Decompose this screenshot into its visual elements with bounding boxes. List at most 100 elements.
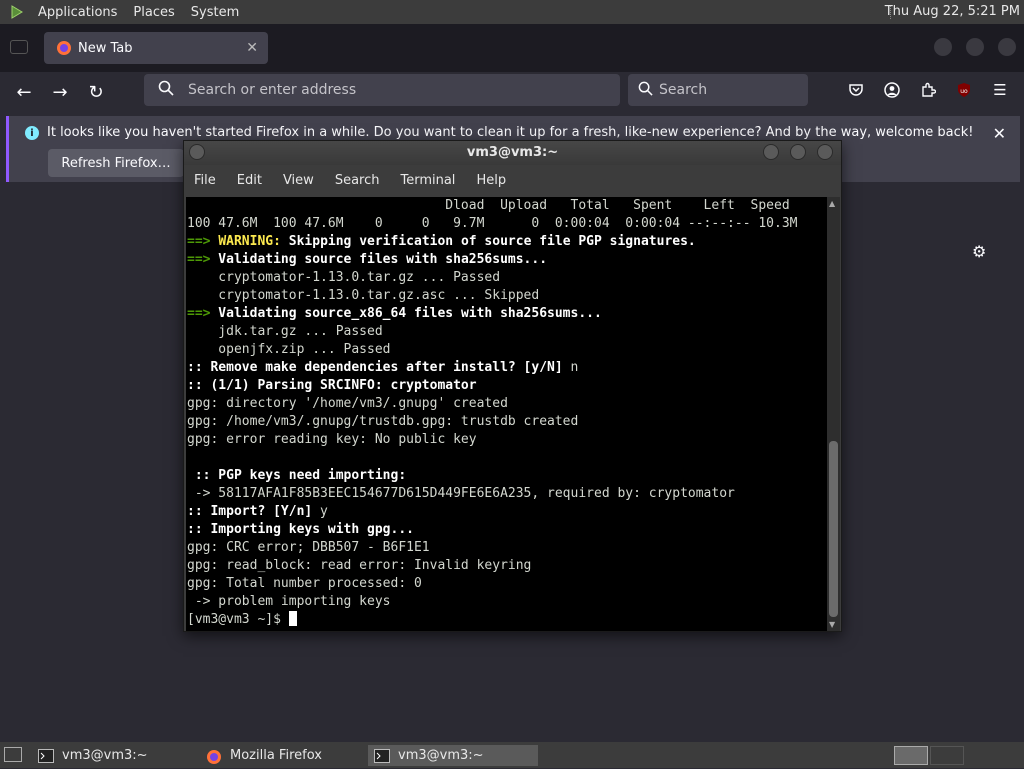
scrollbar-thumb[interactable] <box>829 441 838 617</box>
terminal-line: jdk.tar.gz ... Passed <box>187 323 827 341</box>
terminal-text-segment: ==> <box>187 234 219 249</box>
scroll-down-arrow-icon[interactable]: ▼ <box>829 620 835 629</box>
terminal-text-segment: gpg: CRC error; DBB507 - B6F1E1 <box>187 540 430 555</box>
terminal-line: :: Remove make dependencies after instal… <box>187 359 827 377</box>
close-tab-icon[interactable]: ✕ <box>246 40 258 56</box>
terminal-app-icon <box>38 748 54 763</box>
hamburger-menu-icon[interactable]: ☰ <box>990 80 1010 100</box>
terminal-line: ==> Validating source_x86_64 files with … <box>187 305 827 323</box>
terminal-text-segment: Skipping verification of source file PGP… <box>280 234 696 249</box>
search-icon <box>158 80 174 100</box>
tab-list-icon[interactable] <box>10 40 28 54</box>
terminal-line: :: PGP keys need importing: <box>187 467 827 485</box>
shell-prompt: [vm3@vm3 ~]$ <box>187 612 289 627</box>
search-bar[interactable]: Search <box>628 74 808 106</box>
maximize-window-button[interactable] <box>966 38 984 56</box>
tab-new-tab[interactable]: New Tab ✕ <box>44 32 268 64</box>
taskbar-item-terminal-2[interactable]: vm3@vm3:~ <box>368 745 538 766</box>
terminal-scrollbar[interactable]: ▲ ▼ <box>827 197 840 631</box>
terminal-line: gpg: read_block: read error: Invalid key… <box>187 557 827 575</box>
workspace-switcher-1[interactable] <box>894 746 928 765</box>
terminal-text-segment: cryptomator-1.13.0.tar.gz ... Passed <box>187 270 501 285</box>
places-menu[interactable]: Places <box>125 5 182 20</box>
terminal-lines: Dload Upload Total Spent Left Speed 100 4… <box>186 197 827 611</box>
terminal-line: cryptomator-1.13.0.tar.gz ... Passed <box>187 269 827 287</box>
taskbar-item-firefox[interactable]: Mozilla Firefox <box>200 745 362 766</box>
forward-arrow-icon[interactable]: → <box>46 78 74 106</box>
reload-icon[interactable]: ↻ <box>82 78 110 106</box>
info-icon: i <box>25 126 39 140</box>
pocket-icon[interactable] <box>846 80 866 100</box>
terminal-text-segment: cryptomator-1.13.0.tar.gz.asc ... Skippe… <box>187 288 540 303</box>
terminal-text-segment: -> problem importing keys <box>187 594 391 609</box>
terminal-text-segment: gpg: read_block: read error: Invalid key… <box>187 558 532 573</box>
terminal-line: cryptomator-1.13.0.tar.gz.asc ... Skippe… <box>187 287 827 305</box>
menu-search[interactable]: Search <box>335 173 380 188</box>
search-placeholder: Search <box>659 82 708 98</box>
terminal-line: gpg: Total number processed: 0 <box>187 575 827 593</box>
terminal-output[interactable]: Dload Upload Total Spent Left Speed 100 4… <box>186 197 827 631</box>
account-icon[interactable] <box>882 80 902 100</box>
back-arrow-icon[interactable]: ← <box>10 78 38 106</box>
minimize-button[interactable] <box>763 144 779 160</box>
terminal-line: gpg: error reading key: No public key <box>187 431 827 449</box>
menu-help[interactable]: Help <box>476 173 506 188</box>
close-window-button[interactable] <box>998 38 1016 56</box>
clock[interactable]: Thu Aug 22, 5:21 PM <box>885 4 1020 19</box>
minimize-window-button[interactable] <box>934 38 952 56</box>
terminal-text-segment: openjfx.zip ... Passed <box>187 342 391 357</box>
distro-logo-icon[interactable] <box>8 3 26 21</box>
top-panel: Applications Places System Thu Aug 22, 5… <box>0 0 1024 24</box>
system-menu[interactable]: System <box>183 5 247 20</box>
terminal-titlebar[interactable]: vm3@vm3:~ <box>184 141 841 165</box>
firefox-logo-icon <box>56 40 72 56</box>
menu-view[interactable]: View <box>283 173 314 188</box>
menu-file[interactable]: File <box>194 173 216 188</box>
terminal-line: gpg: directory '/home/vm3/.gnupg' create… <box>187 395 827 413</box>
terminal-text-segment: -> 58117AFA1F85B3EEC154677D615D449FE6E6A… <box>187 486 735 501</box>
terminal-line: :: Import? [Y/n] y <box>187 503 827 521</box>
terminal-text-segment: y <box>312 504 328 519</box>
show-desktop-icon[interactable] <box>4 747 22 762</box>
taskbar-item-label: vm3@vm3:~ <box>62 748 148 763</box>
address-bar[interactable]: Search or enter address <box>144 74 620 106</box>
terminal-text-segment: gpg: error reading key: No public key <box>187 432 477 447</box>
window-menu-button[interactable] <box>189 144 205 160</box>
close-notification-icon[interactable]: ✕ <box>993 124 1006 143</box>
maximize-button[interactable] <box>790 144 806 160</box>
terminal-text-segment: Validating source_x86_64 files with sha2… <box>210 306 602 321</box>
applications-menu[interactable]: Applications <box>30 5 125 20</box>
terminal-prompt-line[interactable]: [vm3@vm3 ~]$ <box>186 611 827 629</box>
tab-bar: New Tab ✕ <box>0 24 1024 72</box>
refresh-firefox-button[interactable]: Refresh Firefox… <box>48 149 184 177</box>
workspace-switcher-2[interactable] <box>930 746 964 765</box>
terminal-line <box>187 449 827 467</box>
terminal-app-icon <box>374 748 390 763</box>
nav-toolbar: ← → ↻ Search or enter address Search uo … <box>0 72 1024 112</box>
terminal-text-segment: :: PGP keys need importing: <box>187 468 407 483</box>
gear-icon[interactable]: ⚙ <box>972 242 986 261</box>
extensions-icon[interactable] <box>918 80 938 100</box>
ublock-origin-icon[interactable]: uo <box>954 80 974 100</box>
terminal-text-segment: gpg: directory '/home/vm3/.gnupg' create… <box>187 396 508 411</box>
address-placeholder: Search or enter address <box>188 82 357 98</box>
close-button[interactable] <box>817 144 833 160</box>
terminal-line: openjfx.zip ... Passed <box>187 341 827 359</box>
scroll-up-arrow-icon[interactable]: ▲ <box>829 199 835 208</box>
terminal-text-segment: jdk.tar.gz ... Passed <box>187 324 383 339</box>
terminal-text-segment: :: Import? [Y/n] <box>187 504 313 519</box>
svg-text:uo: uo <box>960 88 968 95</box>
terminal-text-segment: ==> <box>187 252 211 267</box>
terminal-text-segment: gpg: /home/vm3/.gnupg/trustdb.gpg: trust… <box>187 414 579 429</box>
text-cursor <box>288 611 297 626</box>
terminal-text-segment: WARNING: <box>218 234 281 249</box>
menu-edit[interactable]: Edit <box>237 173 262 188</box>
taskbar-item-terminal-1[interactable]: vm3@vm3:~ <box>32 745 194 766</box>
terminal-text-segment: Dload Upload Total Spent Left Speed <box>187 198 790 213</box>
terminal-text-segment: :: (1/1) Parsing SRCINFO: cryptomator <box>187 378 477 393</box>
firefox-logo-icon <box>206 749 222 764</box>
terminal-text-segment: :: Remove make dependencies after instal… <box>187 360 563 375</box>
terminal-window: vm3@vm3:~ File Edit View Search Terminal… <box>183 140 842 632</box>
menu-terminal[interactable]: Terminal <box>400 173 455 188</box>
